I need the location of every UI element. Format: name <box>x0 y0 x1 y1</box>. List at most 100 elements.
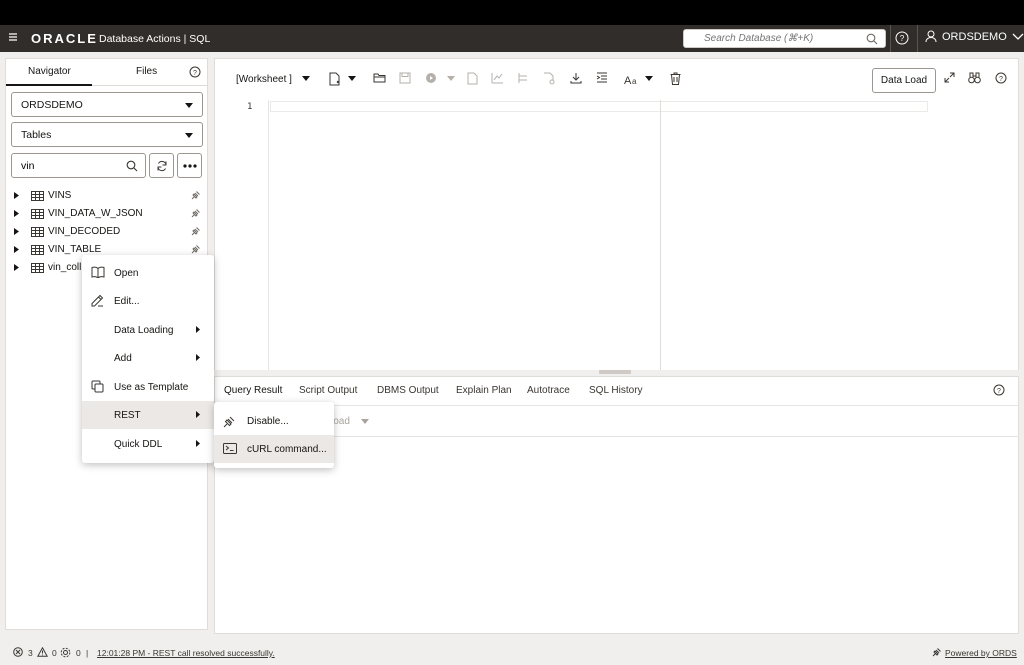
save-icon[interactable] <box>399 72 411 84</box>
open-folder-icon[interactable] <box>373 72 386 84</box>
tab-dbms-output[interactable]: DBMS Output <box>377 385 439 396</box>
tree-item[interactable]: VIN_DATA_W_JSON <box>6 205 207 223</box>
error-icon[interactable] <box>13 647 23 657</box>
submenu-arrow-icon <box>196 411 200 418</box>
caret-down-icon[interactable] <box>302 76 310 81</box>
search-database-field[interactable] <box>683 29 886 48</box>
tree-item[interactable]: VIN_DECODED <box>6 223 207 241</box>
object-filter-input[interactable] <box>12 154 122 177</box>
svg-text:?: ? <box>999 76 1003 83</box>
tree-structure-icon[interactable] <box>517 72 529 84</box>
schema-select[interactable]: ORDSDEMO <box>11 92 203 117</box>
status-divider: | <box>86 648 89 658</box>
splitter-handle[interactable] <box>599 370 631 374</box>
gear-icon[interactable] <box>60 647 71 658</box>
oracle-logo[interactable]: ORACLE <box>31 31 98 46</box>
more-actions-button[interactable] <box>177 153 202 178</box>
caret-down-icon[interactable] <box>348 76 356 81</box>
expand-arrow-icon[interactable] <box>14 246 19 253</box>
status-bar: 3 0 0 | 12:01:28 PM - REST call resolved… <box>0 640 1024 665</box>
expand-arrow-icon[interactable] <box>14 210 19 217</box>
book-open-icon <box>91 266 105 278</box>
menu-item-label: Disable... <box>247 416 289 427</box>
code-editor-area[interactable] <box>270 101 928 112</box>
rest-enabled-icon <box>191 226 201 236</box>
schema-select-value: ORDSDEMO <box>21 99 83 111</box>
table-icon <box>31 245 44 255</box>
expand-arrow-icon[interactable] <box>14 228 19 235</box>
new-worksheet-icon[interactable] <box>329 72 341 86</box>
svg-text:?: ? <box>997 388 1001 395</box>
search-database-input[interactable] <box>684 30 864 47</box>
copy-icon <box>91 380 104 393</box>
tab-explain-plan[interactable]: Explain Plan <box>456 385 512 396</box>
search-icon[interactable] <box>866 33 878 45</box>
menu-item-rest[interactable]: REST <box>82 401 214 429</box>
window-top-bar <box>0 0 1024 25</box>
expand-arrow-icon[interactable] <box>14 192 19 199</box>
object-type-value: Tables <box>21 129 52 141</box>
svg-text:a: a <box>632 77 637 85</box>
menu-item-use-as-template[interactable]: Use as Template <box>82 373 214 401</box>
warning-count: 0 <box>52 648 57 658</box>
menu-item-quick-ddl[interactable]: Quick DDL <box>82 430 214 458</box>
warning-icon[interactable] <box>37 647 48 657</box>
search-icon[interactable] <box>126 160 138 172</box>
format-indent-icon[interactable] <box>596 72 608 84</box>
powered-by-link[interactable]: Powered by ORDS <box>945 648 1017 658</box>
caret-down-icon[interactable] <box>361 419 369 424</box>
tree-item[interactable]: VINS <box>6 187 207 205</box>
tab-navigator[interactable]: Navigator <box>28 66 71 77</box>
caret-down-icon[interactable] <box>447 76 455 81</box>
svg-text:?: ? <box>900 34 905 43</box>
find-binoculars-icon[interactable] <box>968 72 981 84</box>
menu-item-open[interactable]: Open <box>82 259 214 287</box>
menu-item-label: Open <box>114 268 139 279</box>
tab-files[interactable]: Files <box>136 66 157 77</box>
results-tabs: Query Result Script Output DBMS Output E… <box>215 377 1018 406</box>
object-filter-field[interactable] <box>11 153 146 178</box>
submenu-arrow-icon <box>196 326 200 333</box>
menu-item-label: Quick DDL <box>114 439 163 450</box>
expand-arrow-icon[interactable] <box>14 264 19 271</box>
explain-plan-icon[interactable] <box>467 72 479 85</box>
menu-item-label: Add <box>114 353 132 364</box>
worksheet-toolbar: [Worksheet ] Aa Data Load ? <box>215 59 1018 99</box>
run-icon[interactable] <box>425 72 437 84</box>
user-menu[interactable]: ORDSDEMO <box>925 30 1024 43</box>
help-icon[interactable]: ? <box>895 31 909 45</box>
worksheet-selector[interactable]: [Worksheet ] <box>236 74 292 85</box>
menu-item-edit[interactable]: Edit... <box>82 287 214 315</box>
font-size-icon[interactable]: Aa <box>624 73 640 85</box>
trash-icon[interactable] <box>670 72 681 85</box>
commit-icon[interactable] <box>543 72 555 85</box>
print-margin-line <box>660 100 661 370</box>
expand-icon[interactable] <box>944 72 955 83</box>
menu-item-curl-command[interactable]: cURL command... <box>214 435 334 463</box>
plug-icon <box>932 647 942 657</box>
help-icon[interactable]: ? <box>993 384 1005 396</box>
menu-item-data-loading[interactable]: Data Loading <box>82 316 214 344</box>
rest-enabled-icon <box>191 244 201 254</box>
tab-script-output[interactable]: Script Output <box>299 385 357 396</box>
caret-down-icon[interactable] <box>645 76 653 81</box>
line-number: 1 <box>247 102 253 112</box>
menu-item-disable-rest[interactable]: Disable... <box>214 407 334 435</box>
refresh-button[interactable] <box>149 153 174 178</box>
object-type-select[interactable]: Tables <box>11 122 203 147</box>
menu-item-add[interactable]: Add <box>82 344 214 372</box>
help-icon[interactable]: ? <box>995 72 1007 84</box>
hamburger-menu-icon[interactable] <box>8 32 18 42</box>
download-icon[interactable] <box>570 72 582 84</box>
tab-query-result[interactable]: Query Result <box>224 385 282 396</box>
menu-item-label: REST <box>114 410 141 421</box>
autotrace-icon[interactable] <box>491 72 504 84</box>
help-icon[interactable]: ? <box>189 66 201 78</box>
status-message-link[interactable]: 12:01:28 PM - REST call resolved success… <box>97 648 275 658</box>
tab-sql-history[interactable]: SQL History <box>589 385 643 396</box>
tab-autotrace[interactable]: Autotrace <box>527 385 570 396</box>
data-load-button[interactable]: Data Load <box>872 68 936 93</box>
menu-item-label: cURL command... <box>247 444 327 455</box>
tree-item-label: VINS <box>48 190 72 201</box>
header-divider <box>917 25 918 52</box>
